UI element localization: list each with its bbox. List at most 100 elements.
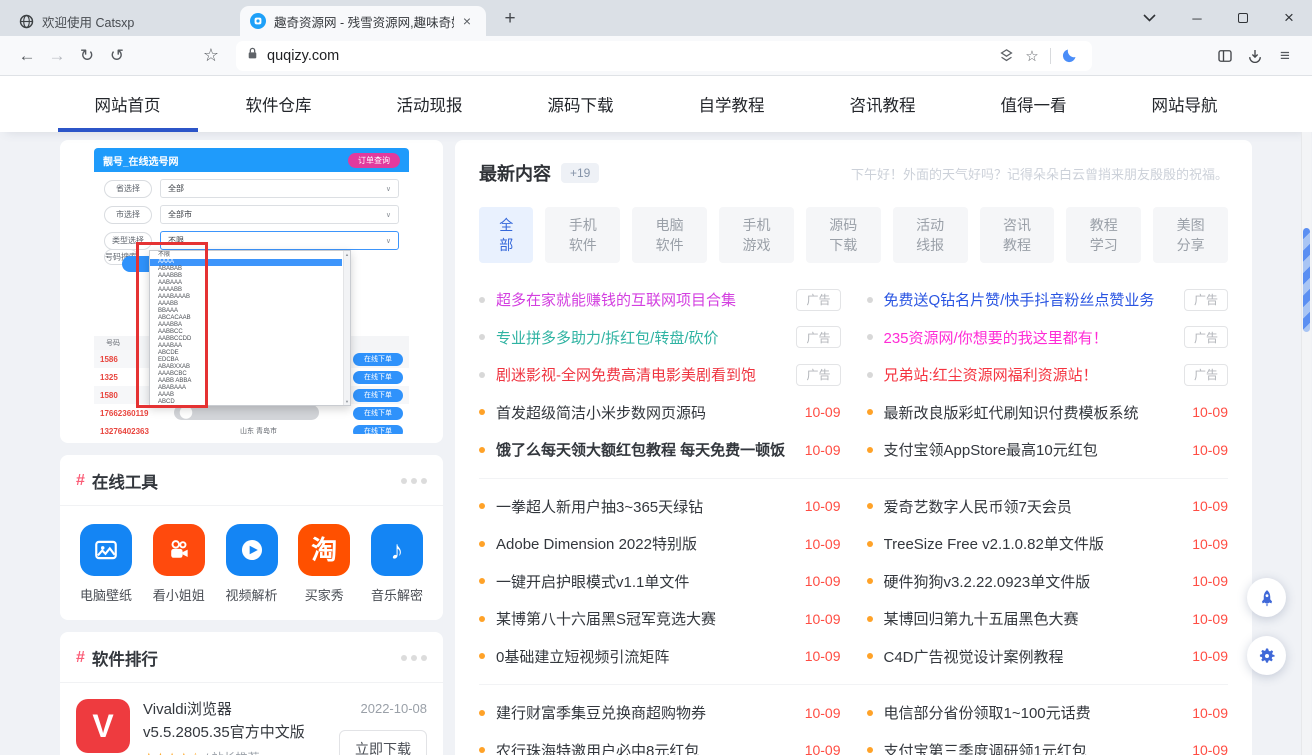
list-item[interactable]: 建行财富季集豆兑换商超购物券 10-09	[479, 694, 841, 732]
nav-item[interactable]: 网站首页	[52, 76, 203, 132]
list-item[interactable]: C4D广告视觉设计案例教程 10-09	[867, 638, 1229, 676]
post-title[interactable]: Adobe Dimension 2022特别版	[496, 533, 794, 554]
list-item[interactable]: Adobe Dimension 2022特别版 10-09	[479, 525, 841, 563]
post-title[interactable]: 某博第八十六届黑S冠军竞选大赛	[496, 608, 794, 629]
filter-chip[interactable]: 教程学习	[1066, 207, 1141, 263]
window-minimize-button[interactable]: ─	[1174, 0, 1220, 36]
list-item[interactable]: 超多在家就能赚钱的互联网项目合集 广告	[479, 281, 841, 319]
list-item[interactable]: 某博第八十六届黑S冠军竞选大赛 10-09	[479, 600, 841, 638]
list-item[interactable]: 专业拼多多助力/拆红包/转盘/砍价 广告	[479, 319, 841, 357]
scrollbar-thumb[interactable]	[1303, 228, 1310, 332]
list-item[interactable]: 一拳超人新用户抽3~365天绿钻 10-09	[479, 488, 841, 526]
filter-chip[interactable]: 电脑软件	[632, 207, 707, 263]
list-item[interactable]: 兄弟站:红尘资源网福利资源站！ 广告	[867, 356, 1229, 394]
filter-chip[interactable]: 手机游戏	[719, 207, 794, 263]
post-title[interactable]: 支付宝领AppStore最高10元红包	[884, 439, 1182, 460]
post-title[interactable]: C4D广告视觉设计案例教程	[884, 646, 1182, 667]
filter-chip[interactable]: 咨讯教程	[980, 207, 1055, 263]
list-item[interactable]: 某博回归第九十五届黑色大赛 10-09	[867, 600, 1229, 638]
url-text[interactable]: quqizy.com	[267, 48, 339, 64]
list-item[interactable]: 支付宝领AppStore最高10元红包 10-09	[867, 431, 1229, 469]
ranking-item-vivaldi[interactable]: V Vivaldi浏览器 v5.5.2805.35官方中文版 ★★★★☆ / 站…	[60, 683, 443, 755]
post-title[interactable]: 农行珠海特邀用户必中8元红包	[496, 740, 794, 755]
list-item[interactable]: 爱奇艺数字人民币领7天会员 10-09	[867, 488, 1229, 526]
post-title[interactable]: 0基础建立短视频引流矩阵	[496, 646, 794, 667]
list-item[interactable]: 饿了么每天领大额红包教程 每天免费一顿饭 10-09	[479, 431, 841, 469]
reload-icon[interactable]: ↻	[72, 41, 102, 71]
list-item[interactable]: 0基础建立短视频引流矩阵 10-09	[479, 638, 841, 676]
post-title[interactable]: 支付宝第三季度调研领1元红包	[884, 740, 1182, 755]
page-scrollbar[interactable]	[1301, 132, 1311, 755]
filter-chip[interactable]: 源码下载	[806, 207, 881, 263]
layers-extension-icon[interactable]	[993, 43, 1019, 69]
more-dots-icon[interactable]	[401, 655, 427, 661]
tool-wallpaper[interactable]: 电脑壁纸	[73, 524, 139, 604]
post-title[interactable]: 饿了么每天领大额红包教程 每天免费一顿饭	[496, 439, 794, 460]
list-item[interactable]: 剧迷影视-全网免费高清电影美剧看到饱 广告	[479, 356, 841, 394]
app-name[interactable]: Vivaldi浏览器	[143, 699, 326, 722]
filter-chip[interactable]: 美图分享	[1153, 207, 1228, 263]
tool-music-decrypt[interactable]: ♪ 音乐解密	[364, 524, 430, 604]
post-title[interactable]: 某博回归第九十五届黑色大赛	[884, 608, 1182, 629]
back-icon[interactable]: ←	[12, 41, 42, 71]
tool-video-parse[interactable]: 视频解析	[219, 524, 285, 604]
list-item[interactable]: 235资源网/你想要的我这里都有！ 广告	[867, 319, 1229, 357]
list-item[interactable]: 一键开启护眼模式v1.1单文件 10-09	[479, 563, 841, 601]
post-title[interactable]: 一键开启护眼模式v1.1单文件	[496, 571, 794, 592]
split-view-icon[interactable]	[1210, 41, 1240, 71]
post-title[interactable]: 爱奇艺数字人民币领7天会员	[884, 496, 1182, 517]
featured-post-card[interactable]: 靓号_在线选号网 订单查询 省选择 全部∨ 市选择 全部市∨ 类型选择 不限∨	[60, 140, 443, 443]
post-title[interactable]: 建行财富季集豆兑换商超购物券	[496, 702, 794, 723]
tool-kuaishou[interactable]: 看小姐姐	[146, 524, 212, 604]
list-item[interactable]: 电信部分省份领取1~100元话费 10-09	[867, 694, 1229, 732]
post-title[interactable]: 最新改良版彩虹代刷知识付费模板系统	[884, 402, 1182, 423]
bookmark-star-icon[interactable]: ☆	[1019, 43, 1045, 69]
download-icon[interactable]	[1240, 41, 1270, 71]
post-title[interactable]: 一拳超人新用户抽3~365天绿钻	[496, 496, 794, 517]
filter-chip[interactable]: 活动线报	[893, 207, 968, 263]
post-title[interactable]: 剧迷影视-全网免费高清电影美剧看到饱	[496, 364, 785, 385]
list-item[interactable]: 农行珠海特邀用户必中8元红包 10-09	[479, 732, 841, 755]
post-title[interactable]: 专业拼多多助力/拆红包/转盘/砍价	[496, 327, 785, 348]
address-bar[interactable]: quqizy.com ☆	[236, 41, 1092, 71]
browser-tab-catsxp[interactable]: 欢迎使用 Catsxp	[8, 6, 232, 36]
list-item[interactable]: 首发超级简洁小米步数网页源码 10-09	[479, 394, 841, 432]
dark-mode-moon-icon[interactable]	[1056, 43, 1082, 69]
download-now-button[interactable]: 立即下载	[339, 730, 427, 755]
filter-chip[interactable]: 全部	[479, 207, 533, 263]
tab-search-chevron-icon[interactable]	[1126, 0, 1172, 36]
post-title[interactable]: 235资源网/你想要的我这里都有！	[884, 327, 1173, 348]
list-item[interactable]: 免费送Q钻名片赞/快手抖音粉丝点赞业务 广告	[867, 281, 1229, 319]
post-title[interactable]: 首发超级简洁小米步数网页源码	[496, 402, 794, 423]
list-item[interactable]: 最新改良版彩虹代刷知识付费模板系统 10-09	[867, 394, 1229, 432]
back-to-top-rocket-button[interactable]	[1247, 578, 1286, 617]
window-maximize-button[interactable]	[1220, 0, 1266, 36]
filter-chip[interactable]: 手机软件	[545, 207, 620, 263]
new-tab-button[interactable]: +	[496, 5, 524, 33]
nav-item[interactable]: 活动现报	[354, 76, 505, 132]
list-item[interactable]: TreeSize Free v2.1.0.82单文件版 10-09	[867, 525, 1229, 563]
post-title[interactable]: 硬件狗狗v3.2.22.0923单文件版	[884, 571, 1182, 592]
post-title[interactable]: 免费送Q钻名片赞/快手抖音粉丝点赞业务	[884, 289, 1173, 310]
nav-item[interactable]: 软件仓库	[203, 76, 354, 132]
nav-item[interactable]: 源码下载	[505, 76, 656, 132]
browser-tab-active[interactable]: 趣奇资源网 - 残雪资源网,趣味奇妙 ×	[240, 6, 486, 36]
list-item[interactable]: 支付宝第三季度调研领1元红包 10-09	[867, 732, 1229, 755]
nav-item[interactable]: 自学教程	[656, 76, 807, 132]
nav-item[interactable]: 咨讯教程	[807, 76, 958, 132]
window-close-button[interactable]: ×	[1266, 0, 1312, 36]
home-star-icon[interactable]: ☆	[196, 41, 226, 71]
list-item[interactable]: 硬件狗狗v3.2.22.0923单文件版 10-09	[867, 563, 1229, 601]
tool-taobao[interactable]: 淘 买家秀	[291, 524, 357, 604]
settings-gear-button[interactable]	[1247, 636, 1286, 675]
post-title[interactable]: 兄弟站:红尘资源网福利资源站！	[884, 364, 1173, 385]
tab-close-icon[interactable]: ×	[458, 12, 476, 30]
undo-icon[interactable]: ↺	[102, 41, 132, 71]
nav-item[interactable]: 值得一看	[958, 76, 1109, 132]
nav-item[interactable]: 网站导航	[1109, 76, 1260, 132]
post-screenshot-image[interactable]: 靓号_在线选号网 订单查询 省选择 全部∨ 市选择 全部市∨ 类型选择 不限∨	[94, 148, 409, 434]
post-title[interactable]: TreeSize Free v2.1.0.82单文件版	[884, 533, 1182, 554]
menu-icon[interactable]: ≡	[1270, 41, 1300, 71]
more-dots-icon[interactable]	[401, 478, 427, 484]
post-title[interactable]: 超多在家就能赚钱的互联网项目合集	[496, 289, 785, 310]
